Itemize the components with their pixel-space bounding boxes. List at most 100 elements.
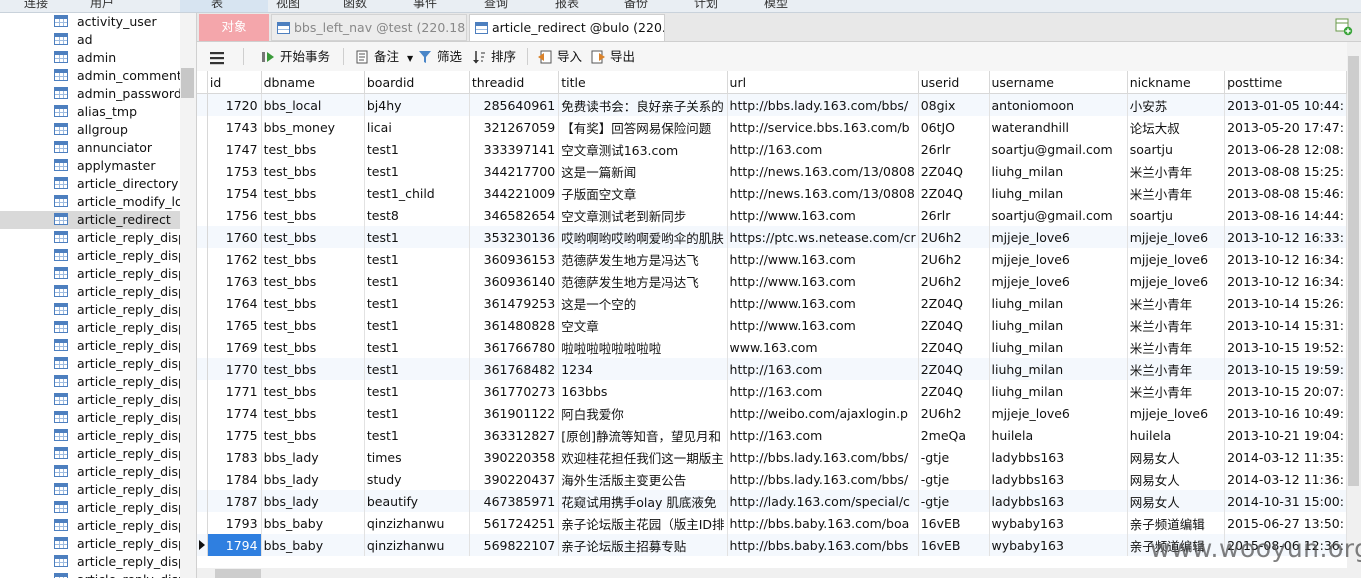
cell-nickname[interactable]: 米兰小青年: [1127, 358, 1226, 380]
cell-dbname[interactable]: bbs_lady: [261, 446, 365, 468]
row-indicator[interactable]: [197, 182, 208, 204]
cell-username[interactable]: ladybbs163: [989, 490, 1128, 512]
cell-url[interactable]: http://bbs.baby.163.com/bbs: [727, 534, 919, 556]
cell-threadid[interactable]: 344221009: [469, 182, 560, 204]
cell-dbname[interactable]: test_bbs: [261, 314, 365, 336]
column-header-boardid[interactable]: boardid: [364, 71, 470, 94]
cell-id[interactable]: 1753: [207, 160, 262, 182]
cell-boardid[interactable]: qinzizhanwu: [364, 512, 470, 534]
cell-threadid[interactable]: 346582654: [469, 204, 560, 226]
row-indicator[interactable]: [197, 160, 208, 182]
cell-url[interactable]: http://bbs.baby.163.com/boa: [727, 512, 919, 534]
cell-nickname[interactable]: 米兰小青年: [1127, 314, 1226, 336]
cell-dbname[interactable]: test_bbs: [261, 248, 365, 270]
table-row[interactable]: 1747 test_bbs test1 333397141 空文章测试163.com ht…: [197, 138, 1347, 160]
table-row[interactable]: 1784 bbs_lady study 390220437 海外生活版主变更公告 http…: [197, 468, 1347, 490]
cell-dbname[interactable]: test_bbs: [261, 138, 365, 160]
cell-boardid[interactable]: beautify: [364, 490, 470, 512]
sidebar-item-table[interactable]: article_reply_displ: [0, 301, 189, 319]
cell-username[interactable]: mjjeje_love6: [989, 248, 1128, 270]
cell-boardid[interactable]: test1_child: [364, 182, 470, 204]
cell-id[interactable]: 1756: [207, 204, 262, 226]
cell-dbname[interactable]: test_bbs: [261, 226, 365, 248]
cell-nickname[interactable]: 小安苏: [1127, 93, 1226, 116]
cell-posttime[interactable]: 2014-03-12 11:35:: [1224, 446, 1347, 468]
cell-title[interactable]: 哎哟啊哟哎哟啊爱哟伞的肌肤: [558, 226, 728, 248]
grid-horizontal-scrollbar[interactable]: [197, 568, 1361, 578]
cell-dbname[interactable]: bbs_local: [261, 93, 365, 116]
cell-posttime[interactable]: 2013-10-21 19:04:: [1224, 424, 1347, 446]
row-indicator[interactable]: [197, 138, 208, 160]
note-button[interactable]: 备注 ▼: [355, 42, 413, 71]
cell-dbname[interactable]: test_bbs: [261, 160, 365, 182]
table-row[interactable]: 1753 test_bbs test1 344217700 这是一篇新闻 http://n…: [197, 160, 1347, 182]
cell-nickname[interactable]: huilela: [1127, 424, 1226, 446]
cell-posttime[interactable]: 2013-05-20 17:47:: [1224, 116, 1347, 138]
cell-threadid[interactable]: 361480828: [469, 314, 560, 336]
table-row[interactable]: 1762 test_bbs test1 360936153 范德萨发生地方是冯达飞 htt…: [197, 248, 1347, 270]
cell-nickname[interactable]: mjjeje_love6: [1127, 248, 1226, 270]
cell-username[interactable]: mjjeje_love6: [989, 270, 1128, 292]
row-indicator[interactable]: [197, 336, 208, 358]
cell-title[interactable]: [原创]静流等知音，望见月和: [558, 424, 728, 446]
cell-userid[interactable]: -gtje: [918, 490, 990, 512]
cell-posttime[interactable]: 2014-03-12 11:36:: [1224, 468, 1347, 490]
cell-dbname[interactable]: bbs_money: [261, 116, 365, 138]
cell-nickname[interactable]: mjjeje_love6: [1127, 270, 1226, 292]
cell-nickname[interactable]: soartju: [1127, 204, 1226, 226]
cell-title[interactable]: 啦啦啦啦啦啦啦啦: [558, 336, 728, 358]
cell-posttime[interactable]: 2014-10-31 15:00:: [1224, 490, 1347, 512]
table-row[interactable]: 1765 test_bbs test1 361480828 空文章 http://www.…: [197, 314, 1347, 336]
grid-vertical-scrollbar-thumb[interactable]: [1348, 56, 1359, 486]
cell-userid[interactable]: 2U6h2: [918, 226, 990, 248]
cell-boardid[interactable]: test1: [364, 292, 470, 314]
cell-url[interactable]: http://163.com: [727, 358, 919, 380]
cell-url[interactable]: www.163.com: [727, 336, 919, 358]
cell-boardid[interactable]: test1: [364, 358, 470, 380]
cell-posttime[interactable]: 2013-10-16 10:49:: [1224, 402, 1347, 424]
cell-boardid[interactable]: bj4hy: [364, 93, 470, 116]
cell-threadid[interactable]: 361766780: [469, 336, 560, 358]
sidebar-item-table[interactable]: article_reply_displ: [0, 391, 189, 409]
cell-dbname[interactable]: test_bbs: [261, 270, 365, 292]
row-indicator[interactable]: [197, 116, 208, 138]
cell-nickname[interactable]: 米兰小青年: [1127, 160, 1226, 182]
menu-event[interactable]: 事件: [413, 0, 437, 11]
row-indicator[interactable]: [197, 424, 208, 446]
cell-nickname[interactable]: 网易女人: [1127, 490, 1226, 512]
cell-posttime[interactable]: 2013-10-15 19:52:: [1224, 336, 1347, 358]
cell-nickname[interactable]: 亲子频道编辑: [1127, 512, 1226, 534]
cell-id[interactable]: 1771: [207, 380, 262, 402]
row-indicator[interactable]: [197, 292, 208, 314]
cell-username[interactable]: liuhg_milan: [989, 182, 1128, 204]
table-row[interactable]: 1763 test_bbs test1 360936140 范德萨发生地方是冯达飞 htt…: [197, 270, 1347, 292]
menu-user[interactable]: 用户: [90, 0, 114, 11]
menu-table[interactable]: 表: [211, 0, 223, 11]
sidebar-item-table[interactable]: admin_password: [0, 85, 182, 103]
cell-userid[interactable]: 2Z04Q: [918, 314, 990, 336]
cell-username[interactable]: ladybbs163: [989, 446, 1128, 468]
menu-report[interactable]: 报表: [555, 0, 579, 11]
table-row[interactable]: 1770 test_bbs test1 361768482 1234 http://163…: [197, 358, 1347, 380]
cell-url[interactable]: http://bbs.lady.163.com/bbs/: [727, 446, 919, 468]
cell-username[interactable]: liuhg_milan: [989, 292, 1128, 314]
cell-userid[interactable]: 2meQa: [918, 424, 990, 446]
cell-url[interactable]: http://163.com: [727, 380, 919, 402]
sidebar-item-table[interactable]: article_reply_displ: [0, 229, 189, 247]
sidebar-item-table[interactable]: alias_tmp: [0, 103, 180, 121]
sidebar-item-table[interactable]: allgroup: [0, 121, 180, 139]
cell-username[interactable]: mjjeje_love6: [989, 226, 1128, 248]
cell-boardid[interactable]: test1: [364, 336, 470, 358]
sidebar-item-table[interactable]: admin_comment: [0, 67, 182, 85]
cell-id[interactable]: 1794: [207, 534, 262, 556]
cell-posttime[interactable]: 2013-10-15 20:07:: [1224, 380, 1347, 402]
cell-dbname[interactable]: bbs_lady: [261, 468, 365, 490]
cell-threadid[interactable]: 361768482: [469, 358, 560, 380]
cell-dbname[interactable]: test_bbs: [261, 292, 365, 314]
cell-dbname[interactable]: test_bbs: [261, 182, 365, 204]
cell-url[interactable]: http://news.163.com/13/0808: [727, 160, 919, 182]
cell-username[interactable]: mjjeje_love6: [989, 402, 1128, 424]
cell-username[interactable]: antoniomoon: [989, 93, 1128, 116]
new-tab-icon[interactable]: [1335, 18, 1353, 36]
cell-posttime[interactable]: 2013-10-14 15:26:: [1224, 292, 1347, 314]
